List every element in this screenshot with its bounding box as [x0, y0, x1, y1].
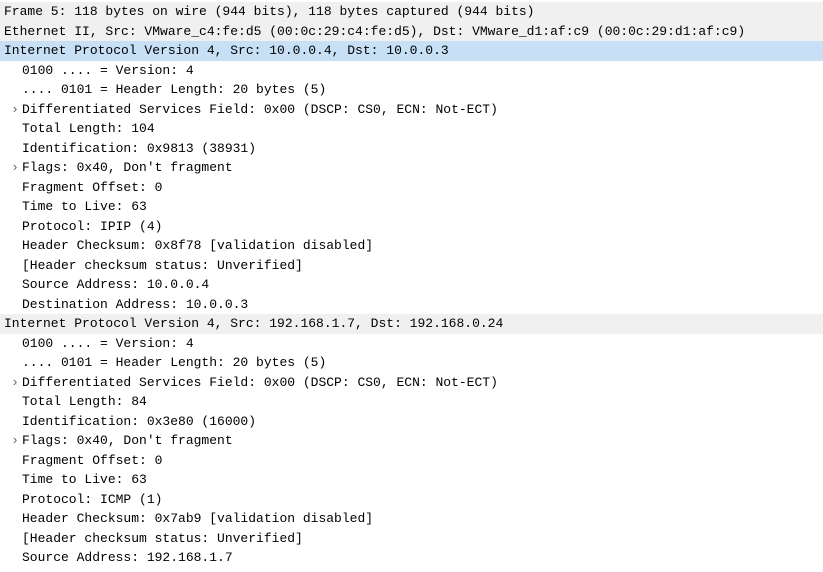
field-text: Differentiated Services Field: 0x00 (DSC…	[22, 100, 498, 120]
field-text: [Header checksum status: Unverified]	[22, 256, 303, 276]
field-text: .... 0101 = Header Length: 20 bytes (5)	[22, 353, 326, 373]
packet-details-tree[interactable]: Frame 5: 118 bytes on wire (944 bits), 1…	[0, 0, 823, 570]
field-text: Source Address: 192.168.1.7	[22, 548, 233, 568]
ethernet-summary: Ethernet II, Src: VMware_c4:fe:d5 (00:0c…	[4, 22, 745, 42]
field-text: Differentiated Services Field: 0x00 (DSC…	[22, 373, 498, 393]
ipv4-inner-fragment-offset[interactable]: Fragment Offset: 0	[0, 451, 823, 471]
field-text: Protocol: IPIP (4)	[22, 217, 162, 237]
ipv4-outer-dsf[interactable]: › Differentiated Services Field: 0x00 (D…	[0, 100, 823, 120]
ipv4-outer-header[interactable]: Internet Protocol Version 4, Src: 10.0.0…	[0, 41, 823, 61]
field-text: Fragment Offset: 0	[22, 178, 162, 198]
ipv4-outer-checksum[interactable]: Header Checksum: 0x8f78 [validation disa…	[0, 236, 823, 256]
field-text: [Header checksum status: Unverified]	[22, 529, 303, 549]
field-text: Destination Address: 10.0.0.3	[22, 295, 248, 315]
field-text: Time to Live: 63	[22, 470, 147, 490]
ipv4-outer-summary: Internet Protocol Version 4, Src: 10.0.0…	[4, 41, 449, 61]
field-text: Header Checksum: 0x8f78 [validation disa…	[22, 236, 373, 256]
ipv4-inner-checksum[interactable]: Header Checksum: 0x7ab9 [validation disa…	[0, 509, 823, 529]
ipv4-inner-flags[interactable]: › Flags: 0x40, Don't fragment	[0, 431, 823, 451]
ipv4-outer-header-length[interactable]: .... 0101 = Header Length: 20 bytes (5)	[0, 80, 823, 100]
expand-icon[interactable]: ›	[8, 158, 22, 178]
field-text: .... 0101 = Header Length: 20 bytes (5)	[22, 80, 326, 100]
field-text: Identification: 0x3e80 (16000)	[22, 412, 256, 432]
ipv4-outer-protocol[interactable]: Protocol: IPIP (4)	[0, 217, 823, 237]
ipv4-inner-header[interactable]: Internet Protocol Version 4, Src: 192.16…	[0, 314, 823, 334]
ipv4-outer-dst-addr[interactable]: Destination Address: 10.0.0.3	[0, 295, 823, 315]
ipv4-inner-identification[interactable]: Identification: 0x3e80 (16000)	[0, 412, 823, 432]
ipv4-outer-identification[interactable]: Identification: 0x9813 (38931)	[0, 139, 823, 159]
field-text: Flags: 0x40, Don't fragment	[22, 158, 233, 178]
frame-summary: Frame 5: 118 bytes on wire (944 bits), 1…	[4, 2, 535, 22]
ipv4-outer-src-addr[interactable]: Source Address: 10.0.0.4	[0, 275, 823, 295]
expand-icon[interactable]: ›	[8, 373, 22, 393]
ipv4-inner-checksum-status[interactable]: [Header checksum status: Unverified]	[0, 529, 823, 549]
expand-icon[interactable]: ›	[8, 100, 22, 120]
ipv4-inner-version[interactable]: 0100 .... = Version: 4	[0, 334, 823, 354]
frame-header[interactable]: Frame 5: 118 bytes on wire (944 bits), 1…	[0, 2, 823, 22]
field-text: 0100 .... = Version: 4	[22, 334, 194, 354]
ethernet-header[interactable]: Ethernet II, Src: VMware_c4:fe:d5 (00:0c…	[0, 22, 823, 42]
field-text: Flags: 0x40, Don't fragment	[22, 431, 233, 451]
field-text: Source Address: 10.0.0.4	[22, 275, 209, 295]
ipv4-inner-header-length[interactable]: .... 0101 = Header Length: 20 bytes (5)	[0, 353, 823, 373]
field-text: Fragment Offset: 0	[22, 451, 162, 471]
field-text: Total Length: 84	[22, 392, 147, 412]
ipv4-outer-flags[interactable]: › Flags: 0x40, Don't fragment	[0, 158, 823, 178]
ipv4-inner-summary: Internet Protocol Version 4, Src: 192.16…	[4, 314, 503, 334]
ipv4-outer-ttl[interactable]: Time to Live: 63	[0, 197, 823, 217]
field-text: Header Checksum: 0x7ab9 [validation disa…	[22, 509, 373, 529]
field-text: Identification: 0x9813 (38931)	[22, 139, 256, 159]
ipv4-inner-src-addr[interactable]: Source Address: 192.168.1.7	[0, 548, 823, 568]
ipv4-outer-checksum-status[interactable]: [Header checksum status: Unverified]	[0, 256, 823, 276]
ipv4-inner-dsf[interactable]: › Differentiated Services Field: 0x00 (D…	[0, 373, 823, 393]
ipv4-inner-protocol[interactable]: Protocol: ICMP (1)	[0, 490, 823, 510]
ipv4-inner-ttl[interactable]: Time to Live: 63	[0, 470, 823, 490]
ipv4-inner-total-length[interactable]: Total Length: 84	[0, 392, 823, 412]
ipv4-outer-total-length[interactable]: Total Length: 104	[0, 119, 823, 139]
field-text: Total Length: 104	[22, 119, 155, 139]
field-text: Time to Live: 63	[22, 197, 147, 217]
field-text: Protocol: ICMP (1)	[22, 490, 162, 510]
field-text: 0100 .... = Version: 4	[22, 61, 194, 81]
expand-icon[interactable]: ›	[8, 431, 22, 451]
ipv4-outer-fragment-offset[interactable]: Fragment Offset: 0	[0, 178, 823, 198]
ipv4-outer-version[interactable]: 0100 .... = Version: 4	[0, 61, 823, 81]
